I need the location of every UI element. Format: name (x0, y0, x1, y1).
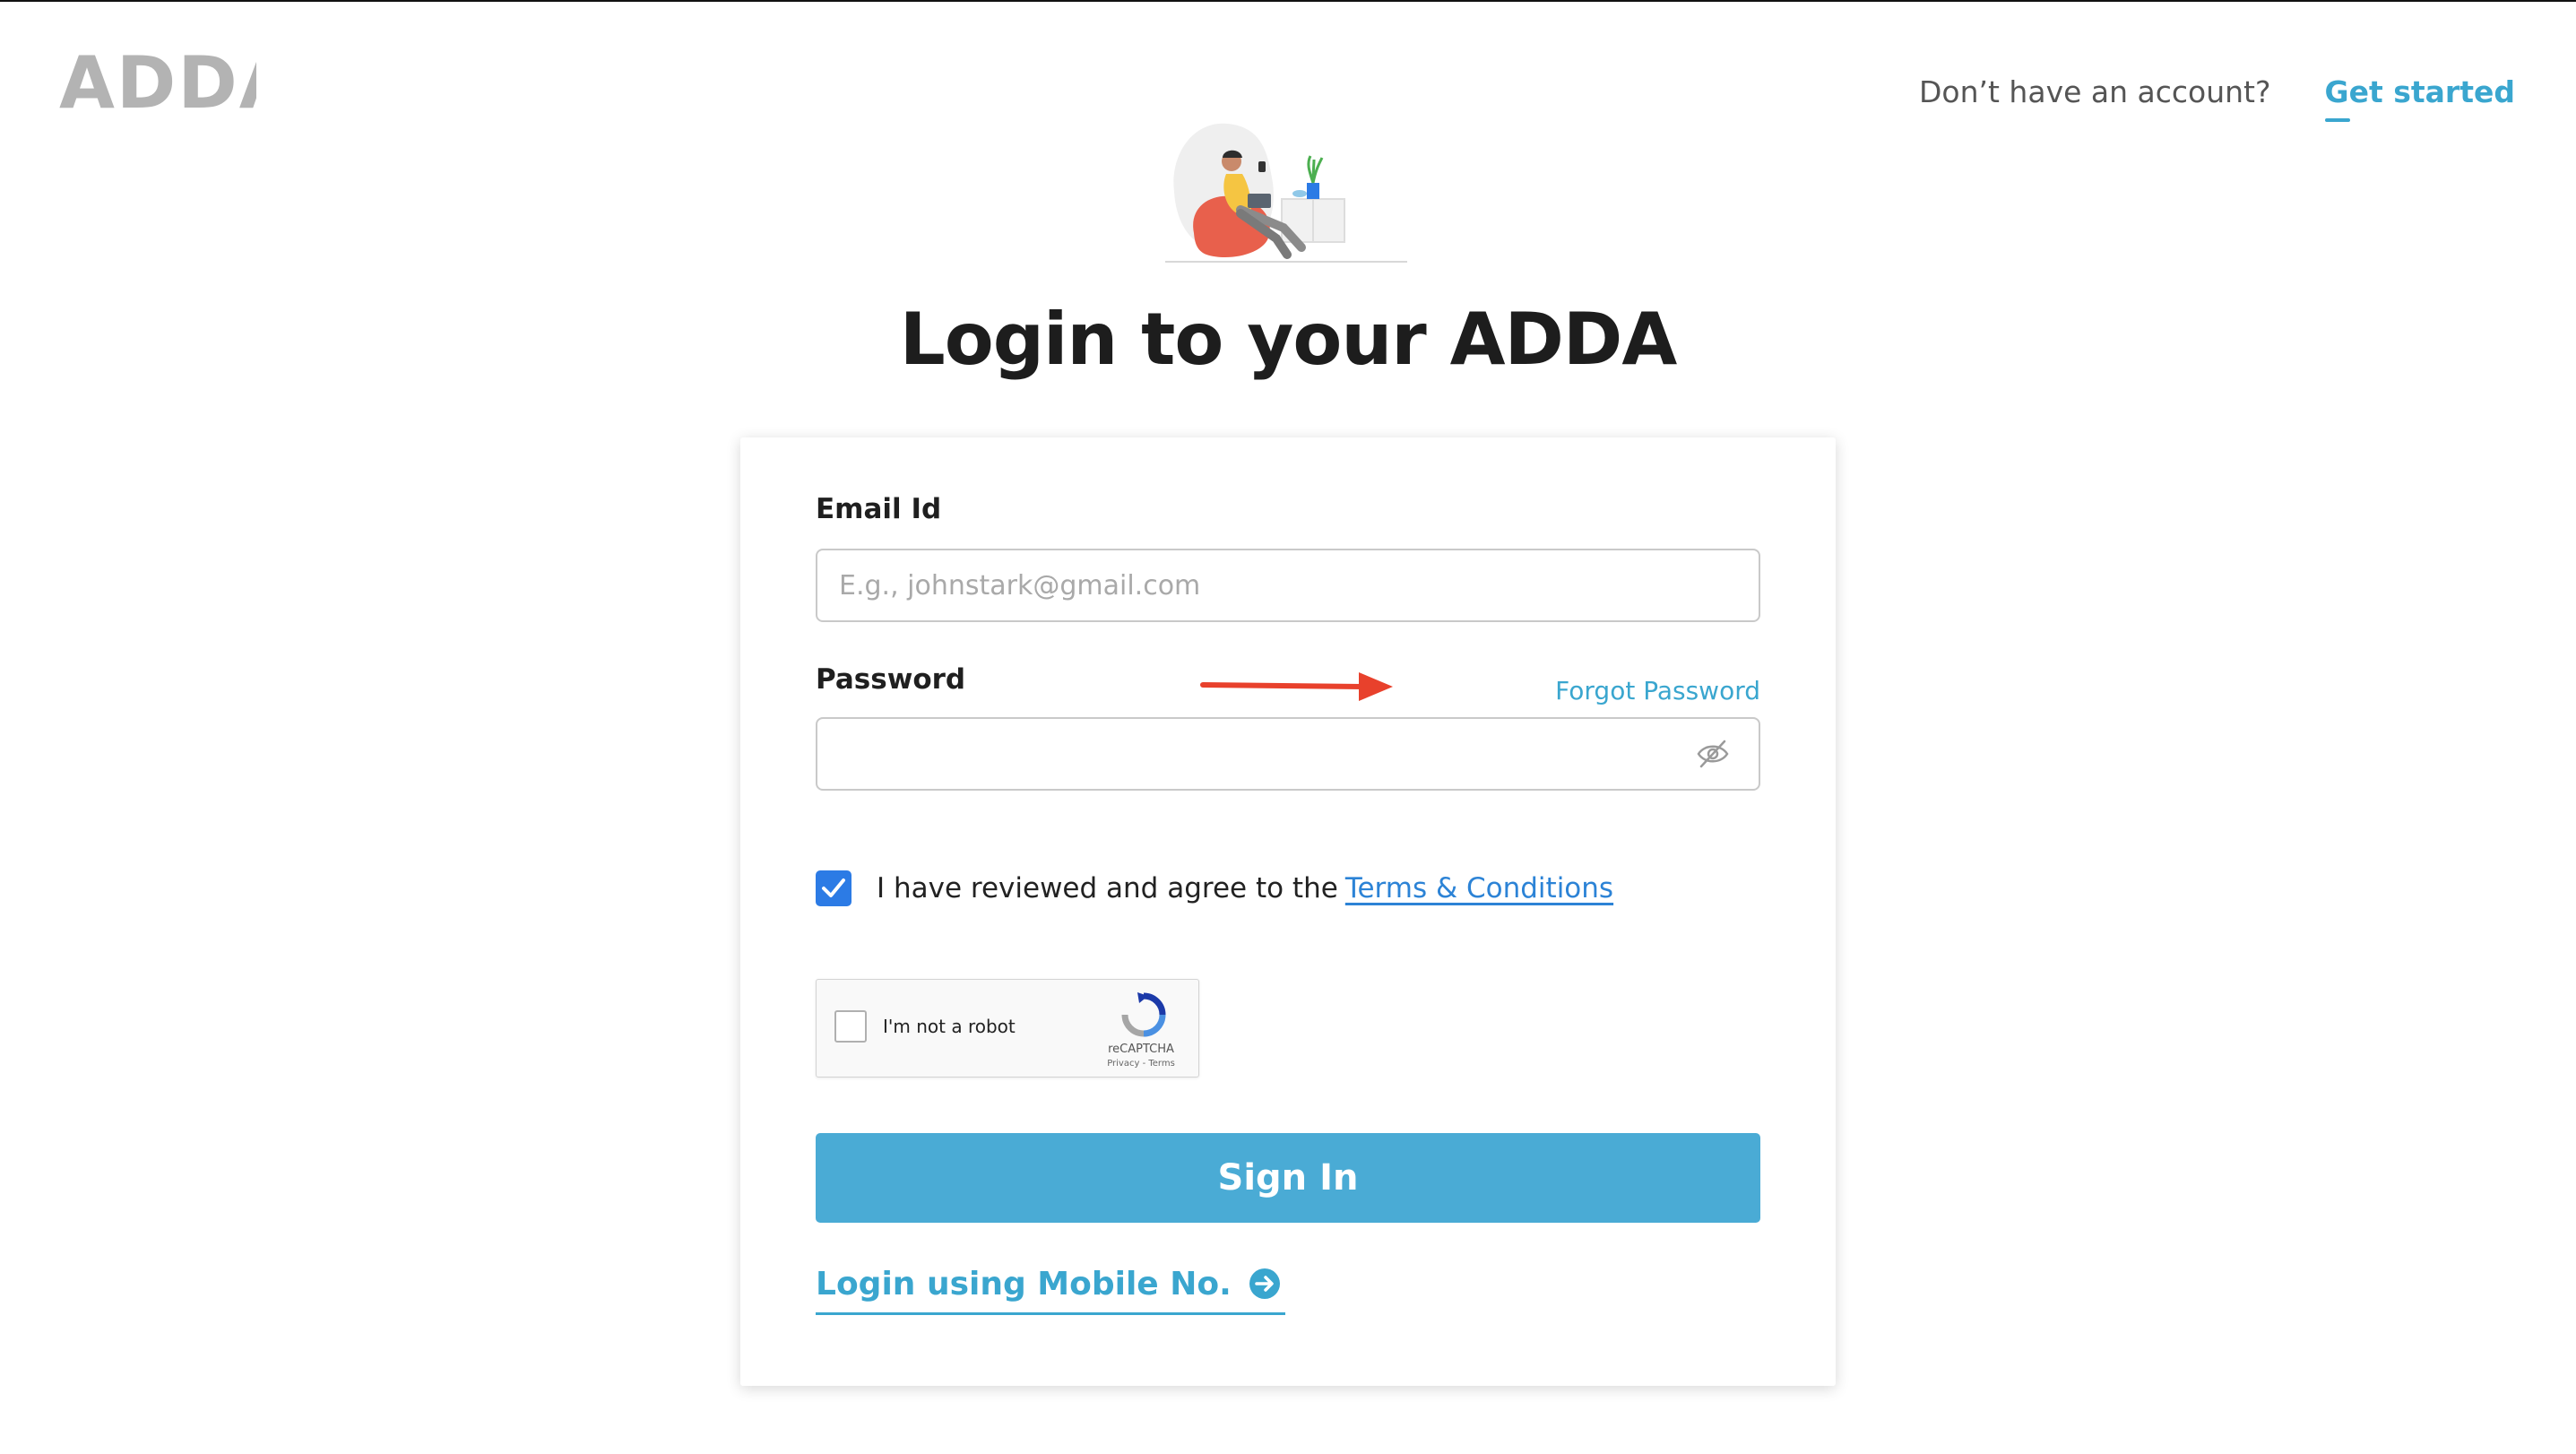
recaptcha-label: I'm not a robot (883, 1016, 1016, 1037)
email-label: Email Id (816, 493, 942, 525)
top-border (0, 0, 2576, 2)
page-title: Login to your ADDA (899, 298, 1678, 381)
signup-prompt: Don’t have an account? Get started (1919, 65, 2515, 122)
get-started-link[interactable]: Get started (2324, 74, 2515, 122)
terms-link[interactable]: Terms & Conditions (1345, 872, 1613, 904)
forgot-password-link[interactable]: Forgot Password (1555, 676, 1760, 705)
recaptcha-brand: reCAPTCHA (1108, 1043, 1174, 1056)
email-field[interactable] (816, 549, 1760, 622)
login-card: Email Id Password Forgot Password I have… (740, 437, 1836, 1386)
recaptcha-links[interactable]: Privacy - Terms (1093, 1059, 1189, 1069)
no-account-text: Don’t have an account? (1919, 74, 2271, 109)
recaptcha-logo-icon (1121, 992, 1166, 1037)
recaptcha-widget: I'm not a robot reCAPTCHA Privacy - Term… (816, 979, 1199, 1078)
login-mobile-link[interactable]: Login using Mobile No. (816, 1255, 1285, 1315)
checkmark-icon (822, 878, 845, 897)
password-label: Password (816, 663, 966, 696)
sign-in-button[interactable]: Sign In (816, 1133, 1760, 1223)
terms-agreement-row: I have reviewed and agree to the Terms &… (816, 870, 1613, 907)
logo-text: ADDA (59, 48, 256, 115)
eye-slash-icon[interactable] (1696, 737, 1730, 771)
agree-text: I have reviewed and agree to the (877, 872, 1338, 904)
password-field[interactable] (816, 717, 1760, 791)
recaptcha-checkbox[interactable] (834, 1010, 867, 1043)
login-mobile-label: Login using Mobile No. (816, 1265, 1232, 1303)
arrow-circle-right-icon (1249, 1268, 1280, 1299)
red-arrow-icon (1200, 672, 1393, 701)
adda-logo[interactable]: ADDA (59, 48, 256, 115)
person-in-beanbag-illustration (1165, 123, 1407, 263)
terms-checkbox[interactable] (816, 870, 851, 906)
